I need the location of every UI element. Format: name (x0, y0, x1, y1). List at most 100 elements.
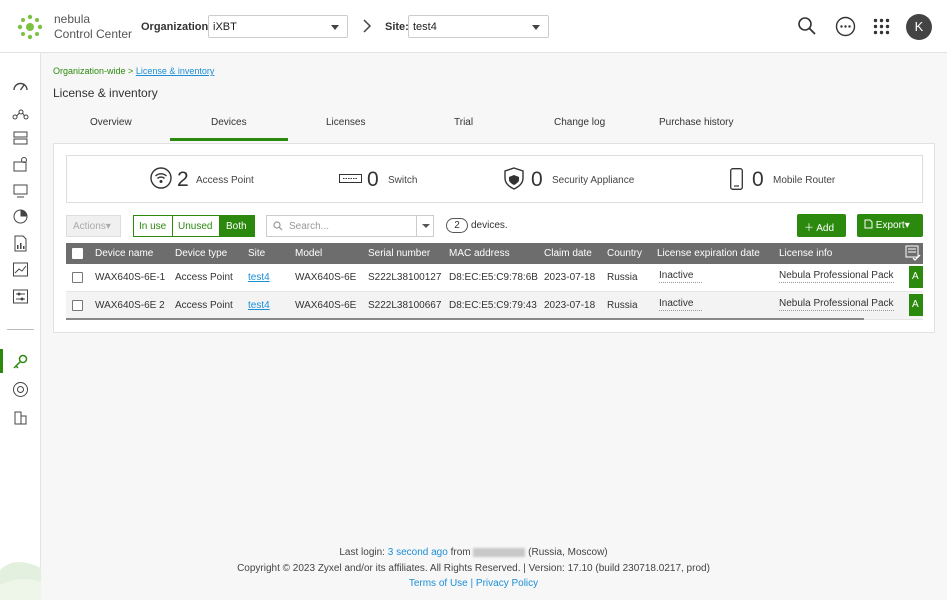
site-label: Site: (385, 21, 409, 33)
nebula-logo-icon[interactable] (16, 13, 44, 41)
cell-model: WAX640S-6E (295, 272, 357, 283)
tab-trial[interactable]: Trial (454, 117, 473, 128)
footer-separator: | (470, 578, 474, 589)
cell-mac-address: D8:EC:E5:C9:78:6B (449, 272, 538, 283)
summary-switch-label: Switch (388, 175, 418, 186)
org-select-value: iXBT (213, 21, 237, 33)
cell-mac-address: D8:EC:E5:C9:79:43 (449, 300, 537, 311)
breadcrumb-root[interactable]: Organization-wide > (53, 66, 133, 76)
copyright-text: Copyright © 2023 Zyxel and/or its affili… (237, 563, 710, 574)
site-select[interactable]: test4 (408, 15, 549, 38)
document-icon (864, 219, 873, 229)
brand-line-1: nebula (54, 12, 91, 26)
summary-security-appliance-count: 0 (531, 168, 543, 191)
building-icon[interactable] (12, 408, 29, 425)
column-license-info[interactable]: License info (779, 248, 832, 259)
page-title: License & inventory (53, 86, 158, 100)
cell-country: Russia (607, 300, 638, 311)
add-button[interactable]: ＋ Add (797, 214, 846, 237)
help-circle-icon[interactable] (12, 381, 29, 398)
table-header: Device name Device type Site Model Seria… (66, 243, 923, 264)
shield-icon (504, 167, 524, 190)
line-chart-icon[interactable] (12, 261, 29, 278)
caret-down-icon: ▾ (105, 221, 111, 232)
export-button[interactable]: Export▾ (857, 214, 923, 237)
dashboard-icon[interactable] (12, 78, 29, 95)
breadcrumb: Organization-wide > License & inventory (53, 66, 214, 76)
security-gateway-icon[interactable] (12, 156, 29, 173)
report-icon[interactable] (12, 235, 29, 252)
actions-label: Actions (73, 221, 106, 232)
access-point-icon (150, 167, 172, 189)
column-device-type[interactable]: Device type (175, 248, 227, 259)
column-serial-number[interactable]: Serial number (368, 248, 430, 259)
license-key-icon[interactable] (12, 353, 29, 370)
summary-switch-count: 0 (367, 168, 379, 191)
device-count-label: devices. (471, 220, 508, 231)
filter-in-use-button[interactable]: In use (133, 215, 173, 237)
login-location: (Russia, Moscow) (528, 547, 608, 558)
row-action-button[interactable]: A (909, 266, 923, 288)
cell-site-link[interactable]: test4 (248, 300, 270, 311)
row-checkbox[interactable] (72, 300, 83, 311)
cell-site-link[interactable]: test4 (248, 272, 270, 283)
more-options-icon[interactable] (835, 16, 856, 37)
privacy-policy-link[interactable]: Privacy Policy (476, 578, 538, 589)
cell-country: Russia (607, 272, 638, 283)
cell-serial-number: S222L38100127 (368, 272, 442, 283)
export-label: Export (875, 220, 905, 231)
cell-license-expiration[interactable]: Inactive (659, 298, 702, 311)
column-site[interactable]: Site (248, 248, 265, 259)
column-model[interactable]: Model (295, 248, 322, 259)
breadcrumb-current[interactable]: License & inventory (136, 66, 215, 76)
tab-change-log[interactable]: Change log (554, 117, 605, 128)
table-row[interactable]: WAX640S-6E 2 Access Point test4 WAX640S-… (66, 292, 923, 320)
brand-line-2: Control Center (54, 27, 133, 41)
summary-access-point-label: Access Point (196, 175, 254, 186)
search-box[interactable]: Search... (266, 215, 434, 237)
row-action-button[interactable]: A (909, 294, 923, 316)
summary-mobile-router-count: 0 (752, 168, 764, 191)
cell-license-info[interactable]: Nebula Professional Pack (779, 298, 894, 311)
monitor-icon[interactable] (12, 182, 29, 199)
server-icon[interactable] (12, 130, 29, 147)
mobile-router-icon (730, 168, 743, 190)
terms-of-use-link[interactable]: Terms of Use (409, 578, 468, 589)
chevron-right-icon (363, 19, 372, 33)
search-input[interactable]: Search... (289, 221, 329, 232)
column-device-name[interactable]: Device name (95, 248, 153, 259)
filter-unused-button[interactable]: Unused (173, 215, 220, 237)
settings-sliders-icon[interactable] (12, 288, 29, 305)
last-login-line: Last login: 3 second ago from (Russia, M… (0, 547, 947, 558)
tab-overview[interactable]: Overview (90, 117, 132, 128)
cell-license-info[interactable]: Nebula Professional Pack (779, 270, 894, 283)
column-settings-icon[interactable] (905, 245, 921, 262)
tab-licenses[interactable]: Licenses (326, 117, 365, 128)
org-select[interactable]: iXBT (208, 15, 348, 38)
cell-device-name: WAX640S-6E 2 (95, 300, 165, 311)
actions-button[interactable]: Actions▾ (66, 215, 121, 237)
select-all-checkbox[interactable] (72, 248, 83, 259)
brand-name: nebula Control Center (54, 12, 132, 42)
filter-both-button[interactable]: Both (220, 215, 255, 237)
table-row[interactable]: WAX640S-6E-1 Access Point test4 WAX640S-… (66, 264, 923, 292)
search-filter-dropdown[interactable] (416, 216, 433, 236)
user-avatar[interactable]: K (906, 14, 932, 40)
row-checkbox[interactable] (72, 272, 83, 283)
pie-chart-icon[interactable] (12, 208, 29, 225)
summary-mobile-router-label: Mobile Router (773, 175, 836, 186)
topology-icon[interactable] (12, 106, 29, 123)
tab-devices[interactable]: Devices (211, 117, 247, 128)
search-icon[interactable] (797, 16, 817, 36)
cell-license-expiration[interactable]: Inactive (659, 270, 702, 283)
sidebar (0, 53, 41, 600)
tab-purchase-history[interactable]: Purchase history (659, 117, 733, 128)
column-country[interactable]: Country (607, 248, 642, 259)
cell-claim-date: 2023-07-18 (544, 272, 596, 283)
app-grid-icon[interactable] (873, 18, 890, 35)
horizontal-scrollbar[interactable] (66, 318, 864, 320)
column-claim-date[interactable]: Claim date (544, 248, 592, 259)
column-mac-address[interactable]: MAC address (449, 248, 510, 259)
tab-bar: Overview Devices Licenses Trial Change l… (53, 111, 935, 141)
column-license-expiration[interactable]: License expiration date (657, 248, 760, 259)
